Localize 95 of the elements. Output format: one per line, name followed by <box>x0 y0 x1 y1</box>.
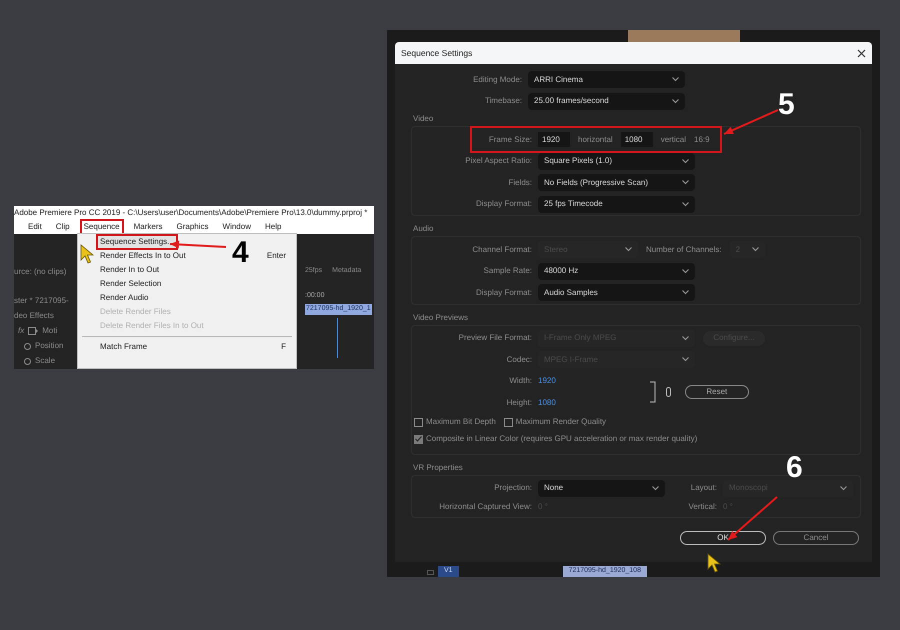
aspect-ratio: 16:9 <box>694 134 710 146</box>
field-label: Codec: <box>506 354 532 366</box>
panel-text: ster * 7217095- <box>14 295 70 307</box>
field-label: Fields: <box>508 176 532 189</box>
field-label: Editing Mode: <box>473 74 522 86</box>
menu-item[interactable]: Graphics <box>172 219 213 235</box>
annotation-arrow <box>724 109 778 135</box>
chevron-icon <box>625 247 632 252</box>
checkbox-label: Maximum Bit Depth <box>426 416 496 428</box>
chevron-icon <box>682 180 689 186</box>
panel-text: Position <box>35 340 64 352</box>
close-icon[interactable] <box>857 48 866 58</box>
mouse-pointer-icon <box>707 553 721 573</box>
dropdown-field[interactable]: Square Pixels (1.0) <box>538 152 695 170</box>
dropdown-field[interactable]: ARRI Cinema <box>528 71 685 88</box>
field-label: Preview File Format: <box>458 332 532 344</box>
dropdown-field[interactable]: None <box>538 480 665 497</box>
bracket-icon <box>650 381 656 403</box>
panel-text: Moti <box>42 325 58 337</box>
chevron-icon <box>840 486 847 491</box>
chevron-icon <box>672 77 679 82</box>
height-input[interactable]: 1080 <box>620 132 653 148</box>
chevron-icon <box>682 158 689 164</box>
dimension-value[interactable]: 1920 <box>538 375 556 388</box>
dropdown-field[interactable]: Audio Samples <box>538 284 695 302</box>
dropdown-item[interactable]: Render Audio <box>100 292 148 304</box>
section-title: Audio <box>413 223 434 235</box>
section-title: VR Properties <box>413 462 463 474</box>
mouse-pointer-icon <box>80 244 94 264</box>
field-label: Height: <box>506 396 532 409</box>
field-label: vertical <box>660 134 688 146</box>
step-number: 6 <box>786 456 803 480</box>
menu-item[interactable]: Edit <box>24 219 46 235</box>
field-label: Number of Channels: <box>645 244 723 256</box>
dropdown-field[interactable]: No Fields (Progressive Scan) <box>538 174 695 192</box>
shortcut-label: F <box>281 341 286 353</box>
chevron-icon <box>672 98 679 104</box>
panel-text: deo Effects <box>14 310 55 322</box>
field-label: Display Format: <box>476 198 532 210</box>
field-label: Horizontal Captured View: <box>439 501 532 513</box>
field-label: horizontal <box>577 134 614 146</box>
dialog-button[interactable]: Cancel <box>773 531 859 545</box>
field-label: Timebase: <box>484 95 522 108</box>
dropdown-item[interactable]: Render Effects In to Out <box>100 250 186 262</box>
panel-text: Scale <box>35 355 56 367</box>
field-label: Display Format: <box>476 286 532 299</box>
dropdown-item[interactable]: Match Frame <box>100 341 148 353</box>
field-label: Pixel Aspect Ratio: <box>465 155 532 168</box>
chevron-icon <box>752 247 759 252</box>
chevron-icon <box>682 290 689 296</box>
dialog-title: Sequence Settings <box>401 46 472 60</box>
annotation-arrow <box>727 496 778 541</box>
chevron-icon <box>682 202 689 207</box>
checkbox[interactable] <box>414 418 423 426</box>
dropdown-field[interactable]: 48000 Hz <box>538 262 695 280</box>
menu-item[interactable]: Markers <box>130 219 166 235</box>
field-label: Width: <box>509 375 532 388</box>
dropdown-field[interactable]: 25.00 frames/second <box>528 92 685 110</box>
field-label: Channel Format: <box>472 244 532 256</box>
checkbox-label: Composite in Linear Color (requires GPU acceleration or max render quality) <box>426 433 698 445</box>
section-title: Video <box>413 113 434 125</box>
menu-item[interactable]: Window <box>218 219 255 235</box>
step-number: 5 <box>778 90 795 120</box>
width-input[interactable]: 1920 <box>538 132 570 148</box>
chevron-icon <box>682 357 689 362</box>
stopwatch-icon <box>24 342 31 350</box>
chevron-icon <box>652 486 659 491</box>
window-title: Adobe Premiere Pro CC 2019 - C:\Users\user\Documents\Adobe\Premiere Pro\13.0\dummy.prproj * <box>14 207 368 219</box>
panel-text: urce: (no clips) <box>14 266 68 278</box>
checkbox[interactable] <box>504 418 513 426</box>
motion-icon <box>28 327 38 335</box>
dropdown-item[interactable]: Sequence Settings... <box>96 234 178 250</box>
menu-item[interactable]: Help <box>260 219 286 235</box>
field-label: Layout: <box>690 482 717 494</box>
checkbox[interactable] <box>414 434 423 444</box>
section-title: Video Previews <box>413 312 468 324</box>
field-label: Vertical: <box>688 501 717 513</box>
chevron-icon <box>682 268 689 274</box>
checkmark-icon <box>415 436 422 442</box>
stopwatch-icon <box>24 358 31 364</box>
reset-button[interactable]: Reset <box>684 385 749 399</box>
field-label: Frame Size: <box>488 134 532 146</box>
fx-label: fx <box>18 325 24 337</box>
chevron-icon <box>682 336 689 341</box>
link-icon[interactable] <box>666 387 671 397</box>
field-label: Projection: <box>494 482 532 494</box>
shortcut-label: Enter <box>266 250 286 262</box>
dropdown-field[interactable]: 25 fps Timecode <box>538 196 695 213</box>
checkbox-label: Maximum Render Quality <box>516 416 606 428</box>
dimension-value[interactable]: 1080 <box>538 396 556 409</box>
menu-item[interactable]: Clip <box>52 219 74 235</box>
field-label: Sample Rate: <box>484 265 532 278</box>
dropdown-item[interactable]: Render In to Out <box>100 264 160 276</box>
dropdown-item[interactable]: Render Selection <box>100 278 162 290</box>
step-number: 4 <box>232 238 249 268</box>
